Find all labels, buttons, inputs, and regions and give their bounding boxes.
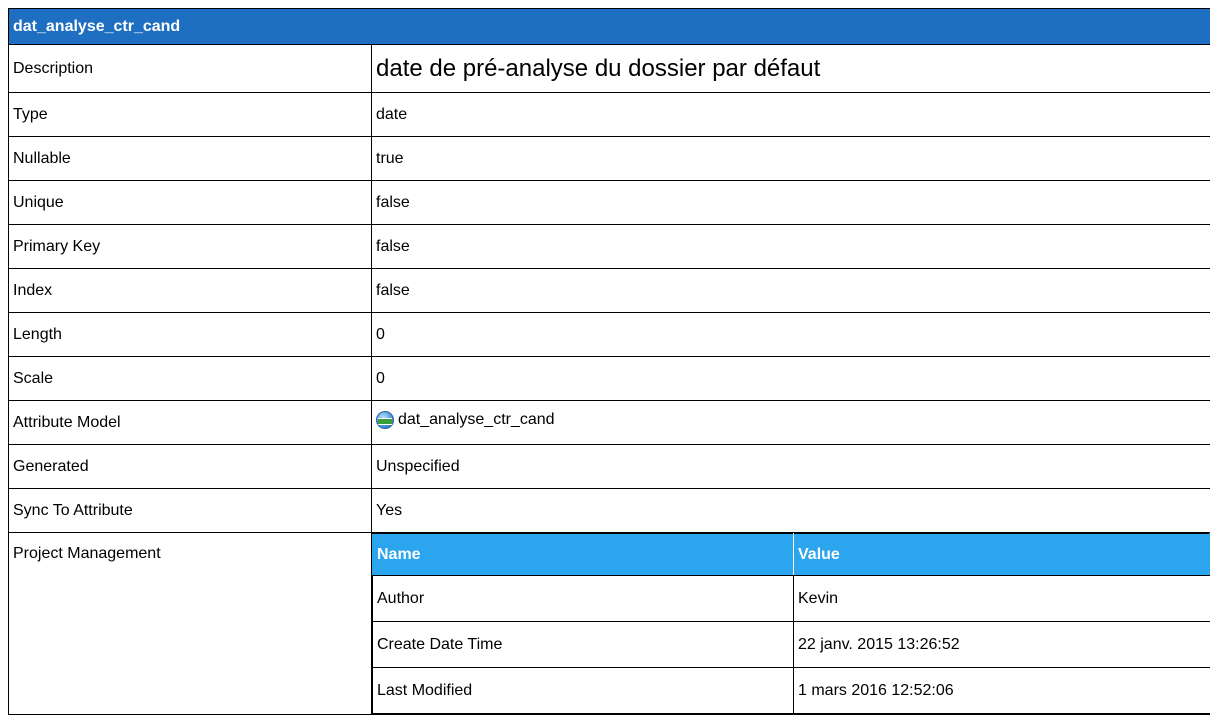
index-label: Index <box>8 268 372 313</box>
type-label: Type <box>8 92 372 137</box>
last-modified-name: Last Modified <box>372 667 794 714</box>
description-value: date de pré-analyse du dossier par défau… <box>370 44 1210 93</box>
primary-key-label: Primary Key <box>8 224 372 269</box>
table-row: Generated Unspecified <box>8 444 1210 489</box>
author-value: Kevin <box>792 575 1210 622</box>
scale-label: Scale <box>8 356 372 401</box>
project-management-label: Project Management <box>8 532 372 715</box>
type-value: date <box>370 92 1210 137</box>
index-value: false <box>370 268 1210 313</box>
table-row: Project Management Name Value Author Kev… <box>8 532 1210 715</box>
attribute-model-label: Attribute Model <box>8 400 372 445</box>
length-value: 0 <box>370 312 1210 357</box>
table-row: Scale 0 <box>8 356 1210 401</box>
primary-key-value: false <box>370 224 1210 269</box>
project-management-table: Name Value Author Kevin Create Date Time… <box>372 533 1210 714</box>
name-column-header: Name <box>372 533 794 576</box>
length-label: Length <box>8 312 372 357</box>
table-row: Index false <box>8 268 1210 313</box>
table-row: Sync To Attribute Yes <box>8 488 1210 533</box>
create-date-time-name: Create Date Time <box>372 621 794 668</box>
table-row: Create Date Time 22 janv. 2015 13:26:52 <box>372 621 1210 668</box>
table-row: Type date <box>8 92 1210 137</box>
unique-value: false <box>370 180 1210 225</box>
table-row: Description date de pré-analyse du dossi… <box>8 44 1210 93</box>
sync-to-attribute-label: Sync To Attribute <box>8 488 372 533</box>
unique-label: Unique <box>8 180 372 225</box>
author-name: Author <box>372 575 794 622</box>
project-management-cell: Name Value Author Kevin Create Date Time… <box>370 532 1210 715</box>
nullable-label: Nullable <box>8 136 372 181</box>
attribute-title: dat_analyse_ctr_cand <box>8 8 1210 45</box>
table-row: Primary Key false <box>8 224 1210 269</box>
table-row: Author Kevin <box>372 575 1210 622</box>
table-row: Unique false <box>8 180 1210 225</box>
attribute-model-text: dat_analyse_ctr_cand <box>398 410 555 428</box>
create-date-time-value: 22 janv. 2015 13:26:52 <box>792 621 1210 668</box>
attribute-table: dat_analyse_ctr_cand Description date de… <box>8 8 1210 715</box>
last-modified-value: 1 mars 2016 12:52:06 <box>792 667 1210 714</box>
table-row: Length 0 <box>8 312 1210 357</box>
attribute-model-icon <box>376 410 394 429</box>
nullable-value: true <box>370 136 1210 181</box>
attribute-details: dat_analyse_ctr_cand Description date de… <box>8 8 1210 727</box>
generated-value: Unspecified <box>370 444 1210 489</box>
table-row: Attribute Model dat_analyse_ctr_cand <box>8 400 1210 445</box>
description-label: Description <box>8 44 372 93</box>
generated-label: Generated <box>8 444 372 489</box>
scale-value: 0 <box>370 356 1210 401</box>
table-row: Nullable true <box>8 136 1210 181</box>
value-column-header: Value <box>792 533 1210 576</box>
attribute-model-value: dat_analyse_ctr_cand <box>370 400 1210 445</box>
table-row: Last Modified 1 mars 2016 12:52:06 <box>372 667 1210 714</box>
sync-to-attribute-value: Yes <box>370 488 1210 533</box>
attribute-model-link[interactable]: dat_analyse_ctr_cand <box>376 410 1210 432</box>
